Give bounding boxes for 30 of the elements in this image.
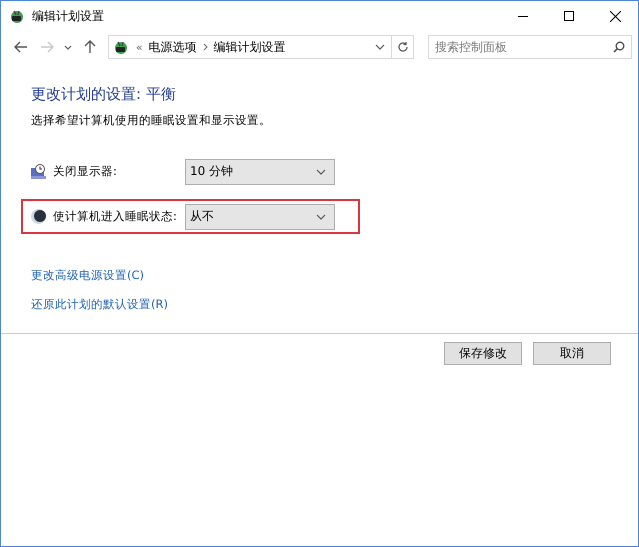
chevron-down-icon [316, 168, 326, 174]
dropdown[interactable]: 从不 [185, 204, 335, 230]
overflow-chevron[interactable]: « [136, 40, 143, 54]
window-title: 编辑计划设置 [32, 8, 105, 24]
address-bar[interactable]: « 电源选项 编辑计划设置 [108, 35, 414, 59]
back-arrow-icon [14, 41, 28, 53]
save-button[interactable]: 保存修改 [444, 342, 522, 365]
search-field[interactable]: 搜索控制面板 [428, 35, 632, 59]
moon-icon [30, 208, 47, 225]
search-icon [613, 41, 626, 53]
dropdown[interactable]: 10 分钟 [185, 158, 335, 184]
setting-label: 关闭显示器: [53, 164, 118, 179]
chevron-down-icon [316, 214, 326, 220]
chevron-right-icon [202, 43, 208, 51]
description-text: 选择希望计算机使用的睡眠设置和显示设置。 [31, 113, 272, 128]
setting-label: 使计算机进入睡眠状态: [53, 209, 178, 224]
refresh-icon [396, 41, 409, 53]
maximize-icon [564, 11, 574, 21]
settings-link[interactable]: 还原此计划的默认设置(R) [31, 297, 168, 312]
forward-arrow-icon [40, 41, 54, 53]
monitor-clock-icon [30, 164, 47, 180]
cancel-button[interactable]: 取消 [533, 342, 611, 365]
breadcrumb[interactable]: 编辑计划设置 [214, 38, 286, 56]
up-arrow-icon [84, 40, 96, 54]
page-heading: 更改计划的设置: 平衡 [31, 85, 177, 104]
chevron-down-icon [375, 44, 386, 50]
settings-link[interactable]: 更改高级电源设置(C) [31, 268, 144, 283]
close-icon [610, 10, 620, 22]
chevron-down-icon [64, 44, 72, 50]
breadcrumb[interactable]: 电源选项 [148, 38, 197, 56]
